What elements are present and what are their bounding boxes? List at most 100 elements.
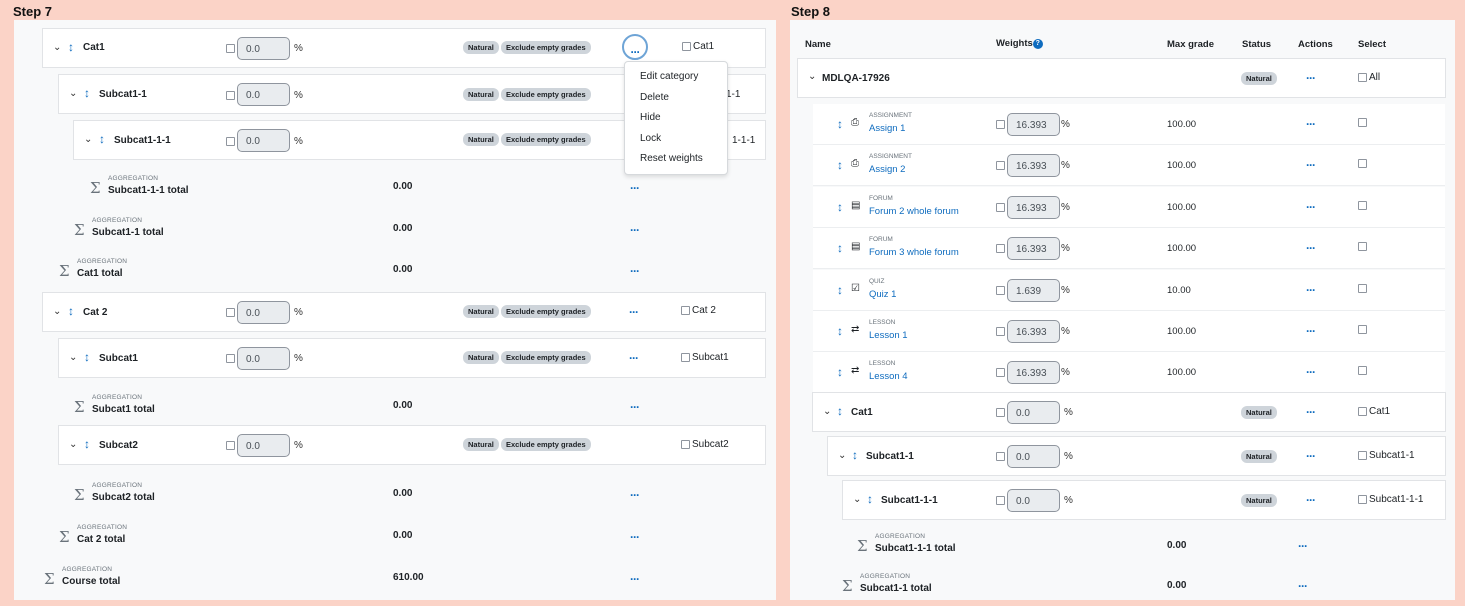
move-icon[interactable]: ↕ xyxy=(837,158,843,172)
more-icon[interactable]: ··· xyxy=(1306,118,1316,130)
chevron-down-icon[interactable]: ⌄ xyxy=(853,494,861,505)
item-link[interactable]: Lesson 1 xyxy=(869,330,908,341)
select-subcat1[interactable]: Subcat1 xyxy=(681,352,729,363)
weight-input[interactable]: 0.0 xyxy=(237,129,290,152)
weight-override-checkbox[interactable] xyxy=(996,496,1005,505)
weight-override-checkbox[interactable] xyxy=(996,327,1005,336)
weight-override-checkbox[interactable] xyxy=(996,285,1005,295)
more-icon[interactable]: ··· xyxy=(629,306,639,318)
more-icon[interactable]: ··· xyxy=(630,224,640,236)
select-all[interactable]: All xyxy=(1358,72,1380,83)
chevron-down-icon[interactable]: ⌄ xyxy=(69,439,77,450)
weight-input[interactable]: 16.393 xyxy=(1007,113,1060,136)
weight-override-checkbox[interactable] xyxy=(996,120,1005,129)
weight-input[interactable]: 16.393 xyxy=(1007,320,1060,343)
select-checkbox[interactable] xyxy=(1358,325,1367,334)
move-icon[interactable]: ↕ xyxy=(68,40,74,54)
chevron-down-icon[interactable]: ⌄ xyxy=(69,352,77,363)
move-icon[interactable]: ↕ xyxy=(837,365,843,379)
more-icon[interactable]: ··· xyxy=(630,573,640,585)
select-checkbox[interactable] xyxy=(1358,366,1367,376)
more-icon[interactable]: ··· xyxy=(1306,284,1316,296)
chevron-down-icon[interactable]: ⌄ xyxy=(84,134,92,145)
weight-override-checkbox[interactable] xyxy=(996,408,1005,417)
more-icon[interactable]: ··· xyxy=(630,489,640,501)
select-checkbox[interactable] xyxy=(681,306,690,315)
select-subcat1-1-1[interactable]: Subcat1-1-1 xyxy=(1358,494,1423,505)
item-link[interactable]: Forum 2 whole forum xyxy=(869,206,959,217)
select-subcat2[interactable]: Subcat2 xyxy=(681,439,729,450)
more-icon[interactable]: ··· xyxy=(630,265,640,277)
more-icon[interactable]: ··· xyxy=(1298,580,1308,592)
more-icon[interactable]: ··· xyxy=(1306,72,1316,84)
weight-input[interactable]: 0.0 xyxy=(237,301,290,324)
more-icon[interactable]: ··· xyxy=(1306,325,1316,337)
more-icon[interactable]: ··· xyxy=(1306,450,1316,462)
chevron-down-icon[interactable]: ⌄ xyxy=(823,406,831,417)
select-checkbox[interactable] xyxy=(1358,451,1367,460)
more-icon[interactable]: ··· xyxy=(630,531,640,543)
more-icon[interactable]: ··· xyxy=(1306,242,1316,254)
select-checkbox[interactable] xyxy=(1358,283,1367,293)
select-label[interactable]: 1-1-1 xyxy=(732,135,755,146)
select-cat1[interactable]: Cat1 xyxy=(682,41,714,52)
menu-item-hide[interactable]: Hide xyxy=(625,108,727,129)
chevron-down-icon[interactable]: ⌄ xyxy=(808,71,816,82)
weight-input[interactable]: 0.0 xyxy=(1007,489,1060,512)
weight-override-checkbox[interactable] xyxy=(226,308,235,317)
move-icon[interactable]: ↕ xyxy=(99,132,105,146)
weight-override-checkbox[interactable] xyxy=(226,137,235,146)
move-icon[interactable]: ↕ xyxy=(84,86,90,100)
move-icon[interactable]: ↕ xyxy=(84,350,90,364)
select-label[interactable]: 1-1 xyxy=(726,89,740,100)
select-checkbox[interactable] xyxy=(1358,200,1367,210)
select-subcat1-1[interactable]: Subcat1-1 xyxy=(1358,450,1415,461)
select-checkbox[interactable] xyxy=(1358,118,1367,127)
select-cat2[interactable]: Cat 2 xyxy=(681,305,716,316)
more-icon[interactable]: ··· xyxy=(630,401,640,413)
item-link[interactable]: Assign 2 xyxy=(869,164,905,175)
move-icon[interactable]: ↕ xyxy=(68,304,74,318)
actions-button-active[interactable]: ··· xyxy=(622,34,648,60)
item-link[interactable]: Assign 1 xyxy=(869,123,905,134)
more-icon[interactable]: ··· xyxy=(1306,406,1316,418)
more-icon[interactable]: ··· xyxy=(1306,201,1316,213)
move-icon[interactable]: ↕ xyxy=(837,200,843,214)
move-icon[interactable]: ↕ xyxy=(84,437,90,451)
move-icon[interactable]: ↕ xyxy=(837,283,843,297)
weight-input[interactable]: 0.0 xyxy=(1007,401,1060,424)
weight-input[interactable]: 0.0 xyxy=(237,434,290,457)
item-link[interactable]: Lesson 4 xyxy=(869,371,908,382)
weight-input[interactable]: 16.393 xyxy=(1007,154,1060,178)
weight-override-checkbox[interactable] xyxy=(226,44,235,53)
chevron-down-icon[interactable]: ⌄ xyxy=(53,42,61,53)
move-icon[interactable]: ↕ xyxy=(867,492,873,506)
weight-override-checkbox[interactable] xyxy=(226,441,235,450)
weight-input[interactable]: 1.639 xyxy=(1007,278,1060,302)
move-icon[interactable]: ↕ xyxy=(837,404,843,418)
more-icon[interactable]: ··· xyxy=(1306,159,1316,171)
weight-input[interactable]: 0.0 xyxy=(237,37,290,60)
item-link[interactable]: Quiz 1 xyxy=(869,289,896,300)
select-cat1[interactable]: Cat1 xyxy=(1358,406,1390,417)
weight-input[interactable]: 16.393 xyxy=(1007,237,1060,261)
chevron-down-icon[interactable]: ⌄ xyxy=(838,450,846,461)
more-icon[interactable]: ··· xyxy=(630,182,640,194)
select-checkbox[interactable] xyxy=(1358,495,1367,504)
menu-item-reset-weights[interactable]: Reset weights xyxy=(625,149,727,170)
weight-override-checkbox[interactable] xyxy=(996,161,1005,171)
help-icon[interactable]: ? xyxy=(1032,39,1043,49)
move-icon[interactable]: ↕ xyxy=(837,241,843,255)
chevron-down-icon[interactable]: ⌄ xyxy=(53,306,61,317)
item-link[interactable]: Forum 3 whole forum xyxy=(869,247,959,258)
weight-input[interactable]: 0.0 xyxy=(1007,445,1060,468)
weight-input[interactable]: 0.0 xyxy=(237,83,290,106)
more-icon[interactable]: ··· xyxy=(1306,366,1316,378)
weight-override-checkbox[interactable] xyxy=(996,452,1005,461)
select-checkbox[interactable] xyxy=(681,353,690,362)
menu-item-lock[interactable]: Lock xyxy=(625,129,727,150)
move-icon[interactable]: ↕ xyxy=(852,448,858,462)
more-icon[interactable]: ··· xyxy=(1298,540,1308,552)
more-icon[interactable]: ··· xyxy=(1306,494,1316,506)
select-checkbox[interactable] xyxy=(681,440,690,449)
